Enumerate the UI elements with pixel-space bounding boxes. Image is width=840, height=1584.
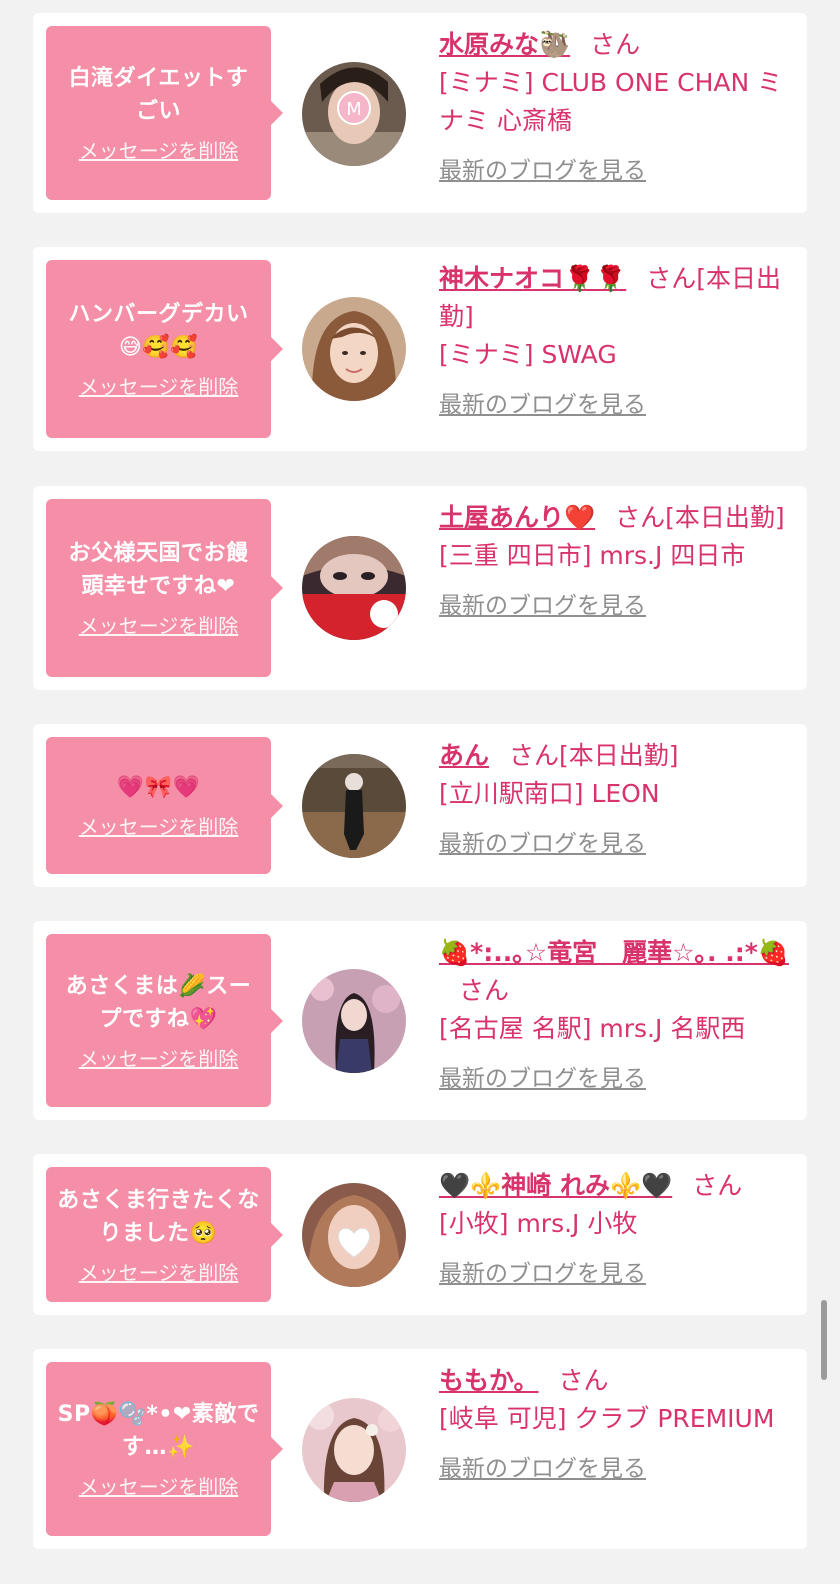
message-card: 💗🎀💗 メッセージを削除 あん さん[本日出勤] [立川駅南口] LEON 最新の… <box>33 724 807 887</box>
avatar[interactable]: M <box>302 62 406 166</box>
message-card: ハンバーグデカい😅🥰🥰 メッセージを削除 神木ナオコ🌹🌹 さん[本日出勤] [ミナ… <box>33 247 807 451</box>
latest-blog-link[interactable]: 最新のブログを見る <box>439 152 646 190</box>
delete-message-link[interactable]: メッセージを削除 <box>79 138 239 164</box>
shop-name: [ミナミ] SWAG <box>439 340 617 369</box>
message-text: あさくまは🌽スープですね💖 <box>65 973 252 1032</box>
avatar[interactable] <box>302 969 406 1073</box>
user-name-link[interactable]: 🖤⚜️神崎 れみ⚜️🖤 <box>439 1171 672 1200</box>
latest-blog-link[interactable]: 最新のブログを見る <box>439 1450 646 1488</box>
message-list: 白滝ダイエットすごい メッセージを削除 M 水原みな🦥 さん [ミナミ] CLUB… <box>0 0 840 1584</box>
honorific: さん <box>459 976 510 1005</box>
shop-name: [小牧] mrs.J 小牧 <box>439 1209 638 1238</box>
user-name-link[interactable]: 水原みな🦥 <box>439 30 570 59</box>
message-bubble: SP🍑🫧*•❤素敵です…✨ メッセージを削除 <box>46 1362 283 1536</box>
svg-text:M: M <box>346 99 362 120</box>
delete-message-link[interactable]: メッセージを削除 <box>79 1046 239 1072</box>
latest-blog-link[interactable]: 最新のブログを見る <box>439 587 646 625</box>
avatar[interactable] <box>302 536 406 640</box>
shop-name: [立川駅南口] LEON <box>439 779 660 808</box>
honorific: さん <box>692 1171 743 1200</box>
avatar[interactable] <box>302 297 406 401</box>
delete-message-link[interactable]: メッセージを削除 <box>79 1260 239 1286</box>
message-bubble: あさくまは🌽スープですね💖 メッセージを削除 <box>46 934 283 1107</box>
delete-message-link[interactable]: メッセージを削除 <box>79 814 239 840</box>
user-name-link[interactable]: 神木ナオコ🌹🌹 <box>439 264 626 293</box>
message-bubble: 白滝ダイエットすごい メッセージを削除 <box>46 26 283 200</box>
user-info: 🖤⚜️神崎 れみ⚜️🖤 さん [小牧] mrs.J 小牧 最新のブログを見る <box>439 1167 789 1293</box>
user-info: ももか。 さん [岐阜 可児] クラブ PREMIUM 最新のブログを見る <box>439 1362 789 1488</box>
honorific: さん[本日出勤] <box>509 741 679 770</box>
message-card: お父様天国でお饅頭幸せですね❤ メッセージを削除 土屋あんり❤️ さん[本日出勤]… <box>33 486 807 690</box>
message-bubble: あさくま行きたくなりました🥺 メッセージを削除 <box>46 1167 283 1302</box>
user-name-link[interactable]: 土屋あんり❤️ <box>439 503 595 532</box>
honorific: さん <box>558 1366 609 1395</box>
message-text: あさくま行きたくなりました🥺 <box>57 1187 260 1246</box>
shop-name: [岐阜 可児] クラブ PREMIUM <box>439 1404 775 1433</box>
message-text: SP🍑🫧*•❤素敵です…✨ <box>57 1402 260 1460</box>
avatar[interactable] <box>302 1183 406 1287</box>
message-text: 💗🎀💗 <box>116 775 201 800</box>
shop-name: [三重 四日市] mrs.J 四日市 <box>439 541 746 570</box>
honorific: さん <box>590 30 641 59</box>
message-text: 白滝ダイエットすごい <box>68 66 249 124</box>
message-text: ハンバーグデカい😅🥰🥰 <box>68 302 249 360</box>
delete-message-link[interactable]: メッセージを削除 <box>79 374 239 400</box>
shop-name: [ミナミ] CLUB ONE CHAN ミナミ 心斎橋 <box>439 68 783 135</box>
delete-message-link[interactable]: メッセージを削除 <box>79 613 239 639</box>
user-name-link[interactable]: 🍓*:..｡☆竜宮 麗華☆｡. .:*🍓 <box>439 938 789 967</box>
latest-blog-link[interactable]: 最新のブログを見る <box>439 1060 646 1098</box>
user-info: 土屋あんり❤️ さん[本日出勤] [三重 四日市] mrs.J 四日市 最新のブロ… <box>439 499 789 625</box>
delete-message-link[interactable]: メッセージを削除 <box>79 1474 239 1500</box>
message-card: あさくま行きたくなりました🥺 メッセージを削除 🖤⚜️神崎 れみ⚜️🖤 さん [小… <box>33 1154 807 1315</box>
shop-name: [名古屋 名駅] mrs.J 名駅西 <box>439 1014 746 1043</box>
latest-blog-link[interactable]: 最新のブログを見る <box>439 386 646 424</box>
message-card: 白滝ダイエットすごい メッセージを削除 M 水原みな🦥 さん [ミナミ] CLUB… <box>33 13 807 213</box>
message-bubble: お父様天国でお饅頭幸せですね❤ メッセージを削除 <box>46 499 283 677</box>
user-name-link[interactable]: ももか。 <box>439 1366 539 1395</box>
message-bubble: 💗🎀💗 メッセージを削除 <box>46 737 283 874</box>
user-info: あん さん[本日出勤] [立川駅南口] LEON 最新のブログを見る <box>439 737 789 863</box>
scrollbar[interactable] <box>821 1300 827 1380</box>
message-text: お父様天国でお饅頭幸せですね❤ <box>68 541 249 599</box>
message-card: SP🍑🫧*•❤素敵です…✨ メッセージを削除 ももか。 さん [岐阜 可児] クラ… <box>33 1349 807 1549</box>
avatar[interactable] <box>302 754 406 858</box>
latest-blog-link[interactable]: 最新のブログを見る <box>439 1255 646 1293</box>
message-bubble: ハンバーグデカい😅🥰🥰 メッセージを削除 <box>46 260 283 438</box>
user-info: 🍓*:..｡☆竜宮 麗華☆｡. .:*🍓 さん [名古屋 名駅] mrs.J 名駅… <box>439 934 789 1098</box>
user-info: 水原みな🦥 さん [ミナミ] CLUB ONE CHAN ミナミ 心斎橋 最新のブ… <box>439 26 789 190</box>
latest-blog-link[interactable]: 最新のブログを見る <box>439 825 646 863</box>
user-name-link[interactable]: あん <box>439 741 489 770</box>
honorific: さん[本日出勤] <box>615 503 785 532</box>
avatar[interactable] <box>302 1398 406 1502</box>
user-info: 神木ナオコ🌹🌹 さん[本日出勤] [ミナミ] SWAG 最新のブログを見る <box>439 260 789 424</box>
message-card: あさくまは🌽スープですね💖 メッセージを削除 🍓*:..｡☆竜宮 麗華☆｡. .… <box>33 921 807 1120</box>
